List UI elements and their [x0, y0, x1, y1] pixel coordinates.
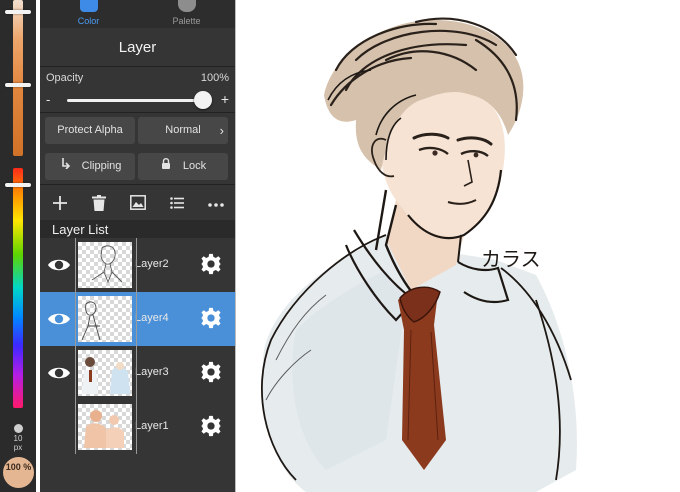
layer-list-menu-button[interactable]	[157, 186, 196, 220]
clipping-button[interactable]: Clipping	[45, 153, 135, 180]
divider	[40, 184, 235, 185]
zoom-value: 100 %	[5, 462, 32, 472]
layer-thumbnail-sketch	[81, 301, 101, 341]
opacity-decrease-button[interactable]: -	[46, 92, 56, 107]
brightness-slider-handle[interactable]	[5, 10, 31, 14]
lock-button[interactable]: Lock	[138, 153, 228, 180]
eye-icon[interactable]	[47, 307, 71, 331]
layer-thumbnail	[78, 296, 132, 342]
tab-palette-label: Palette	[172, 16, 201, 26]
palette-tab-icon	[177, 0, 196, 12]
trash-icon	[91, 195, 106, 211]
layer-thumbnail	[78, 404, 132, 450]
layer-thumbnail-sketch	[84, 410, 124, 448]
brush-dot-icon	[13, 424, 23, 433]
clipping-icon	[61, 158, 70, 169]
layer-name: Layer3	[135, 366, 169, 378]
image-icon	[129, 195, 146, 210]
protect-alpha-button[interactable]: Protect Alpha	[45, 117, 135, 144]
hue-slider-handle[interactable]	[5, 183, 31, 187]
right-pupil	[473, 152, 479, 158]
lock-icon	[161, 158, 170, 169]
protect-alpha-label: Protect Alpha	[57, 124, 123, 136]
more-icon	[207, 203, 224, 207]
gear-icon[interactable]	[200, 361, 222, 383]
eye-icon[interactable]	[47, 361, 71, 385]
blend-mode-button[interactable]: Normal ›	[138, 117, 228, 144]
blend-mode-label: Normal	[165, 124, 201, 136]
layer-toolbar	[40, 186, 235, 220]
opacity-slider[interactable]	[67, 99, 203, 102]
layer-thumbnail	[78, 350, 132, 396]
brush-size-unit: px	[13, 443, 23, 452]
gear-icon[interactable]	[200, 253, 222, 275]
chevron-right-icon: ›	[219, 123, 224, 138]
saturation-slider-handle[interactable]	[5, 83, 31, 87]
layer-row-selected[interactable]: Layer4	[40, 292, 235, 346]
left-pupil	[432, 150, 438, 156]
layer-row[interactable]: Layer1	[40, 400, 235, 454]
hue-slider[interactable]	[13, 168, 23, 408]
opacity-value: 100%	[200, 72, 229, 84]
divider	[40, 112, 235, 113]
delete-layer-button[interactable]	[79, 186, 118, 220]
layer-name: Layer2	[135, 258, 169, 270]
color-slider-strip: 10 px 100 %	[0, 0, 36, 492]
list-icon	[169, 197, 184, 209]
layer-panel: Color Palette Layer Opacity 100% - + Pro…	[40, 0, 235, 492]
panel-title: Layer	[40, 30, 235, 66]
gear-icon[interactable]	[200, 415, 222, 437]
tab-color-label: Color	[77, 16, 100, 26]
add-icon	[52, 196, 67, 210]
drawing-canvas[interactable]: カラス	[236, 0, 680, 492]
layer-list-header: Layer List	[40, 220, 235, 238]
import-image-button[interactable]	[118, 186, 157, 220]
add-layer-button[interactable]	[40, 186, 79, 220]
eye-icon[interactable]	[47, 253, 71, 277]
layer-row[interactable]: Layer2	[40, 238, 235, 292]
canvas-signature: カラス	[481, 247, 541, 271]
opacity-label: Opacity	[46, 72, 84, 84]
gear-icon[interactable]	[200, 307, 222, 329]
opacity-increase-button[interactable]: +	[219, 91, 229, 107]
layer-row[interactable]: Layer3	[40, 346, 235, 400]
color-tab-icon	[79, 0, 98, 12]
clipping-label: Clipping	[81, 160, 122, 172]
layer-thumbnail	[78, 242, 132, 288]
tab-palette[interactable]: Palette	[138, 0, 235, 28]
brightness-slider[interactable]	[13, 0, 23, 156]
tab-color[interactable]: Color	[40, 0, 137, 28]
zoom-badge[interactable]: 100 %	[3, 457, 34, 488]
more-options-button[interactable]	[196, 186, 235, 220]
lock-label: Lock	[182, 160, 207, 172]
artwork: カラス	[260, 17, 577, 492]
brush-size-indicator[interactable]: 10 px	[8, 424, 28, 452]
divider	[40, 66, 235, 67]
opacity-slider-handle[interactable]	[194, 91, 212, 109]
layer-thumbnail-sketch	[82, 357, 130, 394]
layer-name: Layer1	[135, 420, 169, 432]
panel-top-tabs: Color Palette	[40, 0, 235, 28]
layer-thumbnail-sketch	[91, 245, 123, 284]
layer-name: Layer4	[135, 312, 169, 324]
brush-size-value: 10	[13, 434, 23, 443]
